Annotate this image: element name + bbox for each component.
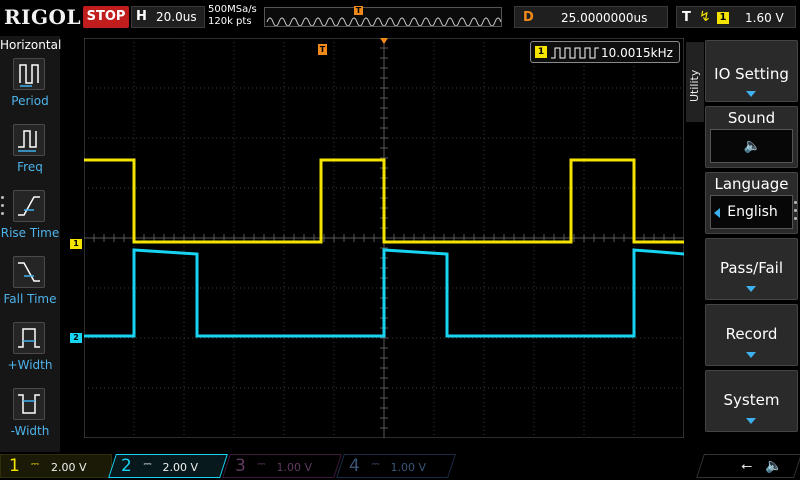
delay-label: D [523,10,534,25]
horizontal-measure-panel: Horizontal Period Freq Rise Time Fall Ti… [0,36,62,452]
frequency-icon [13,124,45,156]
menu-tab[interactable]: Utility [686,42,704,122]
measure-frequency-label: Freq [17,160,43,174]
language-value-box: English [710,195,793,229]
chevron-down-icon [746,91,756,97]
trigger-level: 1.60 V [745,11,784,25]
delay-value: 25.0000000us [561,11,648,25]
trigger-box[interactable]: T ↯ 1 1.60 V [676,6,796,28]
measure-fall-time[interactable]: Fall Time [0,256,60,318]
menu-language[interactable]: Language English [705,172,798,234]
speaker-icon: 🔈 [743,138,762,154]
timebase-value: 20.0us [156,10,197,24]
menu-io-setting[interactable]: IO Setting [705,40,798,102]
measure-period[interactable]: Period [0,58,60,120]
menu-record[interactable]: Record [705,304,798,366]
menu-language-label: Language [714,175,789,193]
ch1-number: 1 [9,456,20,476]
chevron-down-icon [746,286,756,292]
measure-fall-time-label: Fall Time [3,292,57,306]
dc-coupling-icon: ⎓ [257,459,266,470]
trigger-source: 1 [717,12,729,24]
measure-positive-width[interactable]: +Width [0,322,60,384]
fall-time-icon [13,256,45,288]
menu-system-label: System [723,391,780,409]
system-status: ⭠ 🔈 [696,454,800,478]
sample-info: 500MSa/s 120k pts [208,4,257,28]
utility-menu: Utility IO Setting Sound 🔈 Language Engl… [686,36,800,452]
measure-rise-time-label: Rise Time [0,226,60,240]
run-stop-indicator[interactable]: STOP [83,6,129,28]
ch2-offset-marker[interactable]: 2 [70,333,82,343]
panel-scroll-indicator [1,196,5,220]
dc-coupling-icon: ⎓ [31,459,39,470]
trigger-label: T [682,10,691,25]
menu-sound-label: Sound [727,109,776,127]
ch4-scale: 1.00 V [390,461,427,474]
measure-negative-width-label: -Width [10,424,50,438]
measure-period-label: Period [11,94,49,108]
sound-value-box: 🔈 [710,129,793,163]
frequency-value: 10.0015kHz [601,46,673,60]
ch3-scale: 1.00 V [276,461,313,474]
menu-pass-fail[interactable]: Pass/Fail [705,238,798,300]
rise-time-icon [13,190,45,222]
ch1-settings[interactable]: 1 ⎓ 2.00 V [0,454,112,478]
menu-io-setting-label: IO Setting [714,65,789,83]
dc-coupling-icon: ⎓ [371,459,380,470]
measure-channel-badge: 1 [535,46,547,58]
ch2-number: 2 [121,456,132,476]
ch3-number: 3 [235,456,246,476]
usb-icon: ⭠ [741,458,753,474]
measure-frequency[interactable]: Freq [0,124,60,186]
menu-tab-label: Utility [688,69,701,102]
delay-box[interactable]: D 25.0000000us [514,6,668,28]
memory-waveform-icon [266,17,501,26]
graticule [84,38,684,438]
positive-width-icon [13,322,45,354]
sample-rate: 500MSa/s [208,4,257,15]
rising-edge-icon: ↯ [699,9,711,25]
square-wave-icon [551,47,599,59]
ch3-settings[interactable]: 3 ⎓ 1.00 V [222,454,342,478]
measure-rise-time[interactable]: Rise Time [0,190,60,252]
trigger-position-indicator: T [354,6,363,15]
chevron-down-icon [746,418,756,424]
status-bar: RIGOL STOP H 20.0us 500MSa/s 120k pts T … [0,0,800,36]
menu-scroll-indicator [794,201,797,225]
measure-negative-width[interactable]: -Width [0,388,60,450]
ch1-offset-marker[interactable]: 1 [70,239,82,249]
waveform-display[interactable] [84,38,684,438]
timebase-label: H [136,9,147,24]
menu-record-label: Record [725,325,778,343]
ch4-number: 4 [349,456,360,476]
panel-title: Horizontal [0,38,62,52]
brand-logo: RIGOL [4,5,82,29]
menu-pass-fail-label: Pass/Fail [719,259,784,277]
ch4-settings[interactable]: 4 ⎓ 1.00 V [336,454,456,478]
ch1-scale: 2.00 V [51,461,87,474]
memory-overview [264,7,502,27]
period-icon [13,58,45,90]
chevron-down-icon [746,352,756,358]
measure-positive-width-label: +Width [7,358,53,372]
ch2-scale: 2.00 V [162,461,199,474]
menu-system[interactable]: System [705,370,798,432]
menu-sound[interactable]: Sound 🔈 [705,106,798,168]
dc-coupling-icon: ⎓ [143,459,152,470]
trigger-time-arrow [380,38,388,44]
language-value: English [727,204,778,220]
ch2-settings[interactable]: 2 ⎓ 2.00 V [108,454,228,478]
speaker-icon: 🔈 [765,458,783,474]
negative-width-icon [13,388,45,420]
channel-bar: 1 ⎓ 2.00 V 2 ⎓ 2.00 V 3 ⎓ 1.00 V 4 ⎓ 1.0… [0,452,800,480]
trigger-position-marker: T [318,44,327,55]
frequency-readout: 1 10.0015kHz [530,41,680,63]
memory-depth: 120k pts [208,16,252,27]
timebase-box[interactable]: H 20.0us [131,6,205,28]
